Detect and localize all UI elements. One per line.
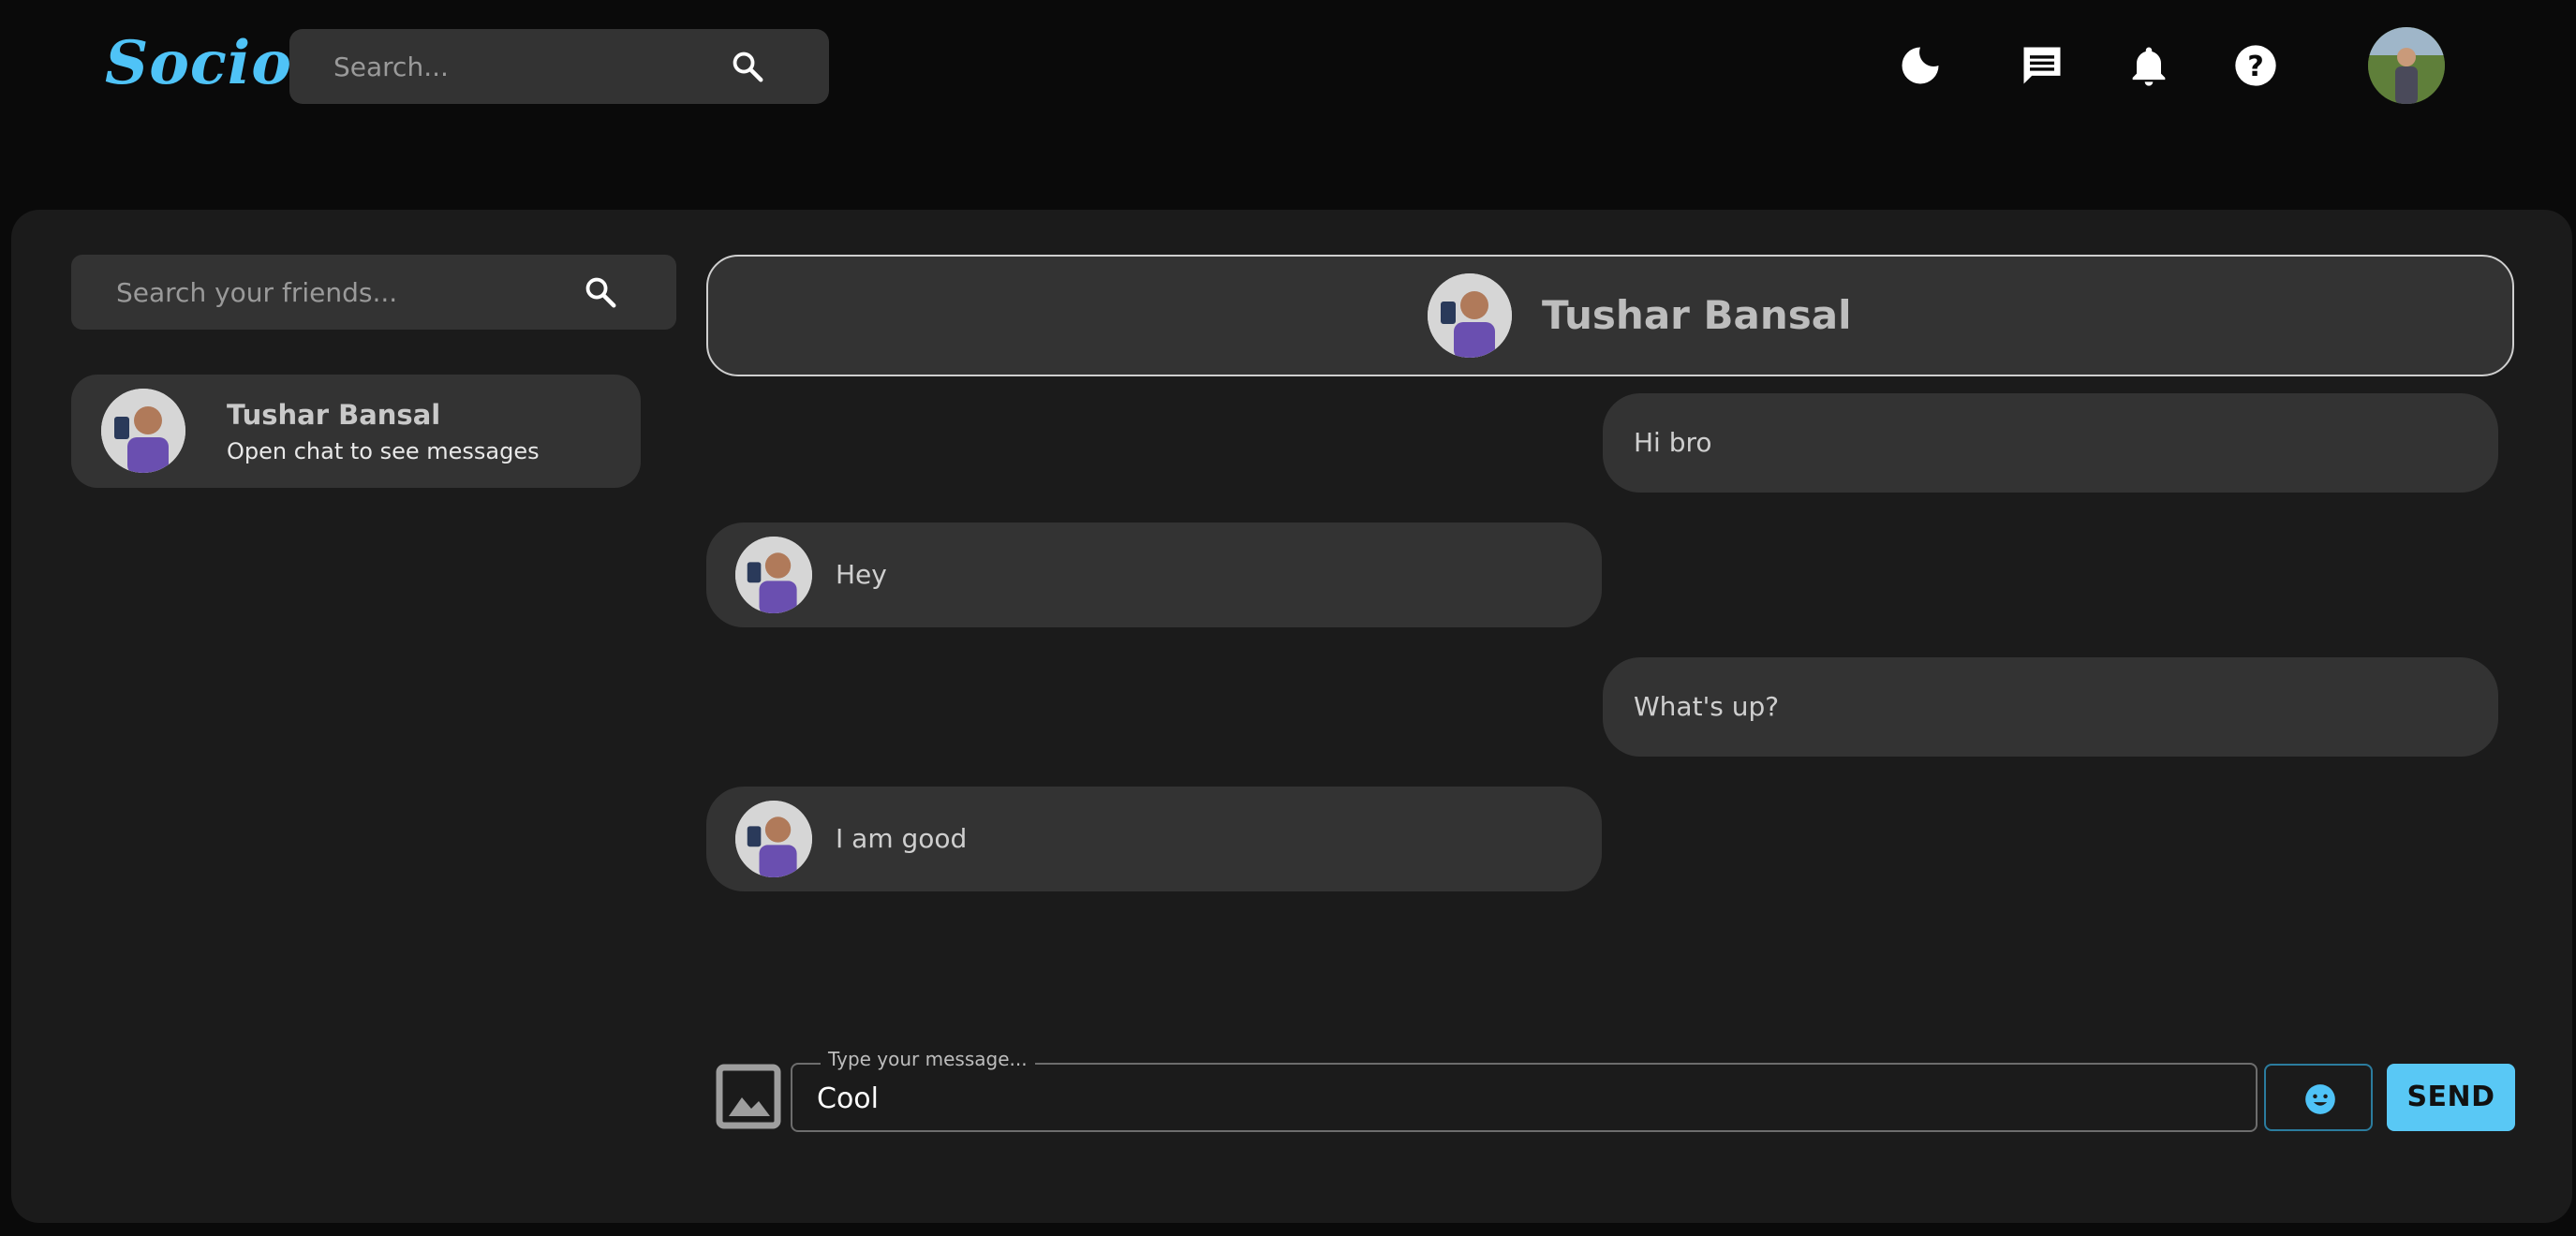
bell-icon[interactable]: [2124, 41, 2173, 90]
message-received: I am good: [706, 787, 1602, 891]
friend-avatar: [101, 389, 185, 473]
svg-text:?: ?: [2247, 51, 2264, 83]
friend-search-input[interactable]: Search your friends...: [116, 277, 397, 308]
global-search-input[interactable]: Search...: [333, 52, 449, 82]
message-input-value[interactable]: Cool: [817, 1082, 879, 1115]
message-text: What's up?: [1634, 691, 1780, 722]
sender-avatar: [735, 537, 812, 613]
global-search-bar[interactable]: Search...: [289, 29, 829, 104]
chat-header: Tushar Bansal: [706, 255, 2514, 376]
message-text: I am good: [836, 823, 968, 854]
sender-avatar: [735, 801, 812, 877]
message-text: Hey: [836, 559, 887, 590]
emoji-button[interactable]: [2264, 1064, 2373, 1131]
friend-subtitle: Open chat to see messages: [227, 438, 540, 464]
send-button[interactable]: SEND: [2387, 1064, 2515, 1131]
friend-list-item[interactable]: Tushar Bansal Open chat to see messages: [71, 375, 641, 488]
message-input-label: Type your message...: [821, 1048, 1035, 1070]
help-icon[interactable]: ?: [2231, 41, 2280, 90]
top-navbar: Socio Search... ?: [0, 0, 2576, 133]
message-received: Hey: [706, 522, 1602, 627]
message-input[interactable]: [791, 1063, 2258, 1132]
message-sent: Hi bro: [1603, 393, 2498, 493]
moon-icon[interactable]: [1896, 41, 1945, 90]
contact-name: Tushar Bansal: [1542, 292, 1852, 338]
contact-avatar[interactable]: [1428, 273, 1512, 358]
message-text: Hi bro: [1634, 427, 1712, 458]
chat-icon[interactable]: [2018, 41, 2066, 90]
message-sent: What's up?: [1603, 657, 2498, 757]
image-upload-icon[interactable]: [716, 1064, 781, 1129]
search-icon[interactable]: [730, 49, 765, 84]
messenger-panel: Search your friends... Tushar Bansal Ope…: [11, 210, 2572, 1223]
friend-name: Tushar Bansal: [227, 399, 441, 431]
search-icon[interactable]: [583, 274, 618, 310]
profile-avatar[interactable]: [2368, 27, 2445, 104]
app-logo[interactable]: Socio: [105, 28, 292, 98]
emoji-icon: [2305, 1084, 2335, 1114]
friend-search-bar[interactable]: Search your friends...: [71, 255, 676, 330]
